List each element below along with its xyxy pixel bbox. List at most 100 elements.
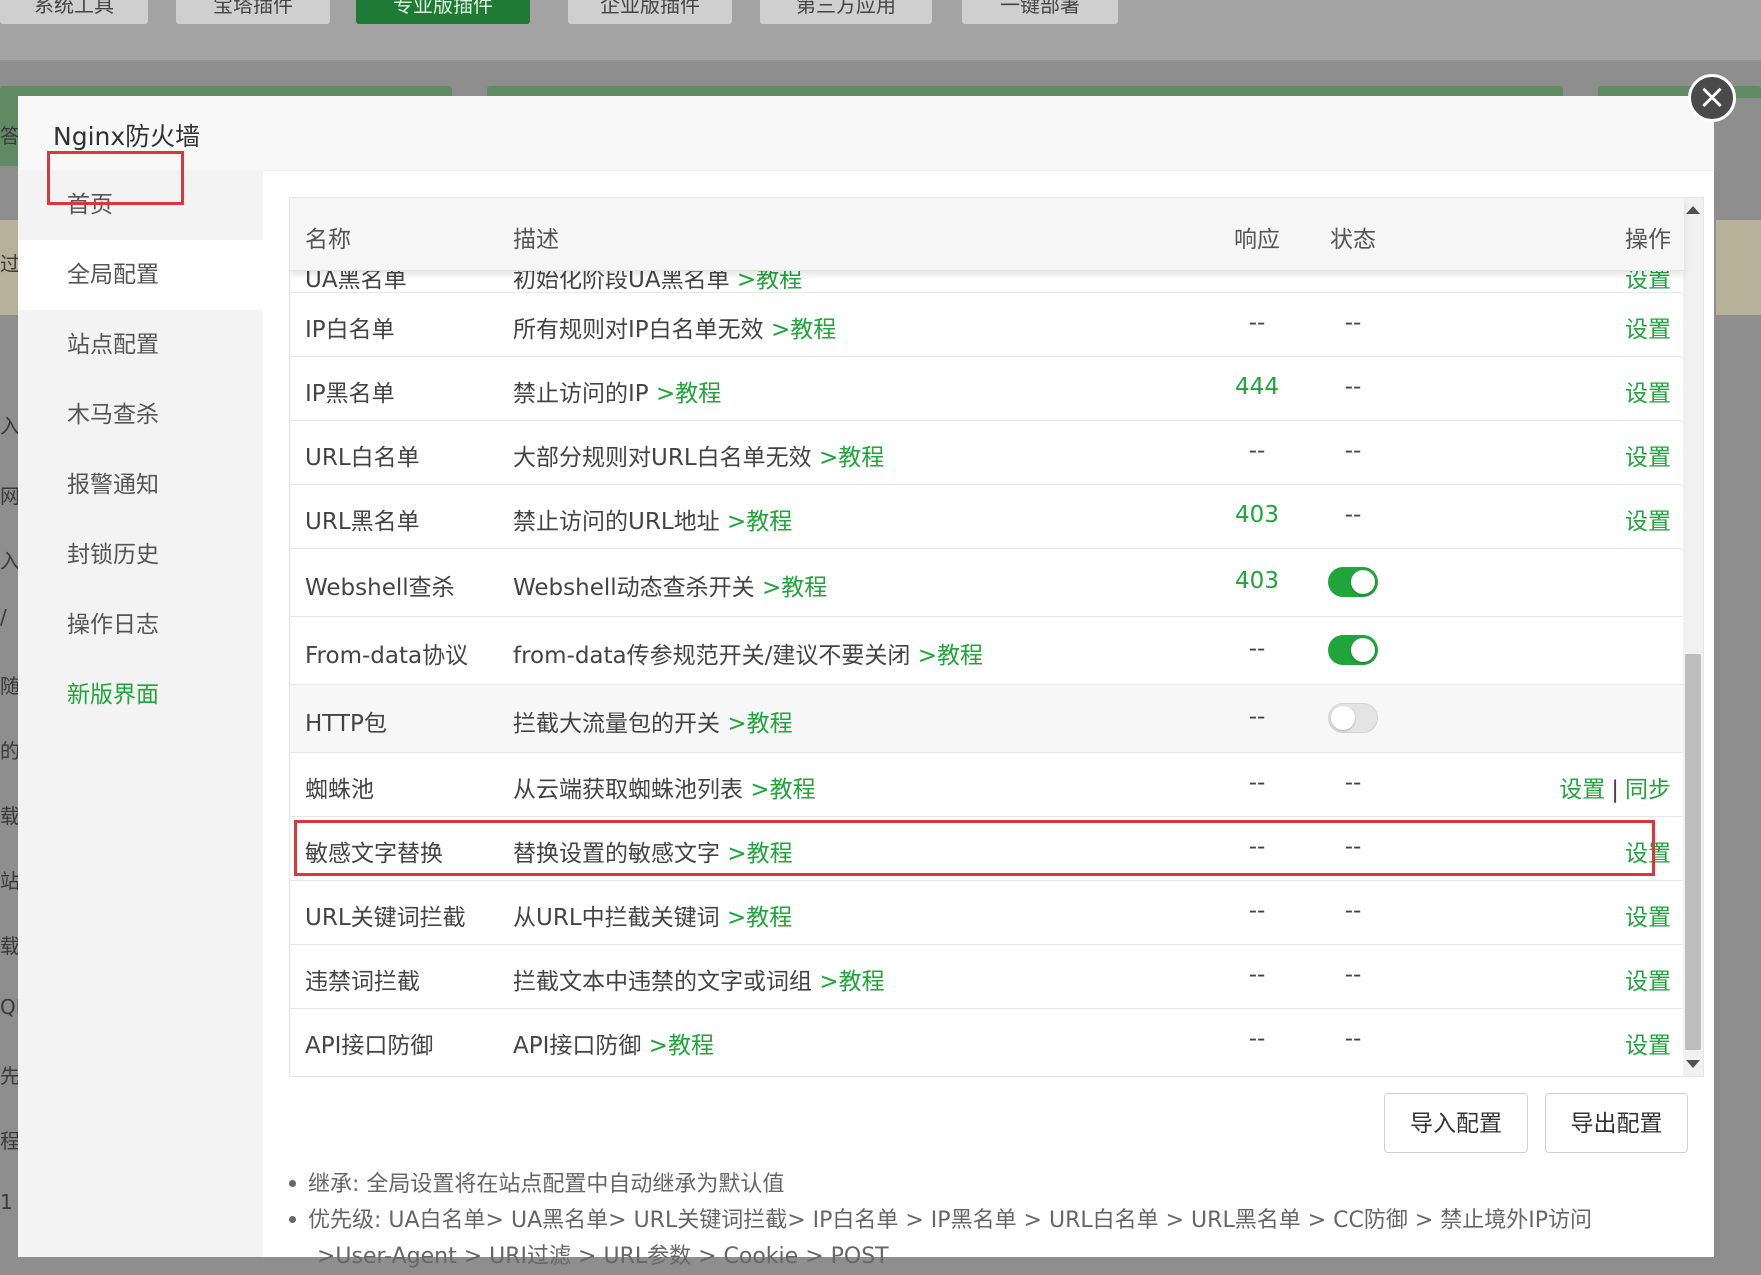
row-description: Webshell动态查杀开关 >教程 <box>513 568 827 602</box>
sidebar-item[interactable]: 封锁历史 <box>18 520 263 590</box>
table-row: 敏感文字替换 替换设置的敏感文字 >教程 -- -- 设置 <box>290 816 1684 880</box>
tutorial-link[interactable]: >教程 <box>771 317 836 343</box>
header-status: 状态 <box>1330 227 1376 253</box>
tutorial-link[interactable]: >教程 <box>819 969 884 995</box>
sidebar-item[interactable]: 操作日志 <box>18 590 263 660</box>
scroll-up-icon[interactable] <box>1686 206 1700 214</box>
row-response: -- <box>1248 834 1266 860</box>
scroll-down-icon[interactable] <box>1686 1060 1700 1068</box>
background-side-glyph: 过 <box>0 252 20 276</box>
background-side-glyph: 程 <box>0 1129 20 1153</box>
tutorial-link[interactable]: >教程 <box>918 643 983 669</box>
sidebar: 首页全局配置站点配置 木马查杀报警通知封锁历史操作日志新版界面 <box>18 170 263 1257</box>
header-operation: 操作 <box>1625 227 1671 253</box>
row-status: -- <box>1344 438 1362 464</box>
table-row: 蜘蛛池 从云端获取蜘蛛池列表 >教程 -- -- 设置 | 同步 <box>290 752 1684 816</box>
tutorial-link[interactable]: >教程 <box>727 841 792 867</box>
row-name: From-data协议 <box>305 643 469 669</box>
background-side-glyph: 入 <box>0 549 20 573</box>
row-description-text: 从URL中拦截关键词 <box>513 905 727 931</box>
export-config-button[interactable]: 导出配置 <box>1545 1093 1688 1153</box>
row-response: -- <box>1248 310 1266 336</box>
row-description-text: 禁止访问的IP <box>513 381 656 407</box>
table-scrollbar[interactable] <box>1683 198 1703 1076</box>
close-button[interactable]: × <box>1688 74 1736 122</box>
table-row: From-data协议 from-data传参规范开关/建议不要关闭 >教程 -- <box>290 616 1684 684</box>
sidebar-item[interactable]: 首页 <box>18 170 263 240</box>
background-side-glyph: 网 <box>0 484 20 508</box>
row-response: -- <box>1248 770 1266 796</box>
tutorial-link[interactable]: >教程 <box>727 905 792 931</box>
row-description: 大部分规则对URL白名单无效 >教程 <box>513 438 884 472</box>
toggle-knob <box>1351 570 1375 594</box>
scroll-thumb[interactable] <box>1685 654 1701 1050</box>
row-operations: 设置 <box>1625 1026 1671 1060</box>
settings-link[interactable]: 设置 <box>1625 509 1671 535</box>
tutorial-link[interactable]: >教程 <box>727 711 792 737</box>
row-description-text: 大部分规则对URL白名单无效 <box>513 445 819 471</box>
sidebar-item-label: 新版界面 <box>67 682 159 708</box>
table-row: IP白名单 所有规则对IP白名单无效 >教程 -- -- 设置 <box>290 292 1684 356</box>
row-description: 拦截大流量包的开关 >教程 <box>513 704 793 738</box>
row-status: -- <box>1344 898 1362 924</box>
status-toggle[interactable] <box>1328 635 1378 665</box>
tutorial-link[interactable]: >教程 <box>819 445 884 471</box>
table-header: 名称 描述 响应 状态 操作 <box>290 198 1684 271</box>
row-status: -- <box>1344 310 1362 336</box>
toggle-knob <box>1351 638 1375 662</box>
settings-link[interactable]: 设置 <box>1625 905 1671 931</box>
sidebar-item[interactable]: 站点配置 <box>18 310 263 380</box>
modal-header: Nginx防火墙 <box>18 96 1714 171</box>
settings-link[interactable]: 设置 <box>1625 381 1671 407</box>
tutorial-link[interactable]: >教程 <box>762 575 827 601</box>
tutorial-link[interactable]: >教程 <box>649 1033 714 1059</box>
status-toggle[interactable] <box>1328 567 1378 597</box>
tutorial-link[interactable]: >教程 <box>656 381 721 407</box>
row-description: 从云端获取蜘蛛池列表 >教程 <box>513 770 816 804</box>
sidebar-item[interactable]: 新版界面 <box>18 660 263 730</box>
sidebar-item-label: 全局配置 <box>67 262 159 288</box>
sidebar-item-label: 操作日志 <box>67 612 159 638</box>
background-side-glyph: 1 <box>0 1190 13 1214</box>
settings-link[interactable]: 设置 <box>1625 317 1671 343</box>
table-row: Webshell查杀 Webshell动态查杀开关 >教程 403 <box>290 548 1684 616</box>
bullet-icon <box>289 1180 296 1187</box>
bullet-icon <box>289 1216 296 1223</box>
row-response: 444 <box>1235 374 1279 400</box>
row-description: 拦截文本中违禁的文字或词组 >教程 <box>513 962 885 996</box>
settings-link[interactable]: 设置 <box>1559 777 1605 803</box>
sidebar-item[interactable]: 木马查杀 <box>18 380 263 450</box>
background-side-glyph: 载 <box>0 934 20 958</box>
row-description: 从URL中拦截关键词 >教程 <box>513 898 792 932</box>
settings-link[interactable]: 设置 <box>1625 969 1671 995</box>
settings-link[interactable]: 设置 <box>1625 1033 1671 1059</box>
status-toggle[interactable] <box>1328 703 1378 733</box>
background-side-glyph: 先 <box>0 1064 20 1088</box>
background-tab: 企业版插件 <box>568 0 732 24</box>
sidebar-item[interactable]: 全局配置 <box>18 240 263 310</box>
sidebar-item-label: 报警通知 <box>67 472 159 498</box>
row-description-text: 从云端获取蜘蛛池列表 <box>513 777 751 803</box>
background-side-glyph: 载 <box>0 804 20 828</box>
table-body: IP白名单 所有规则对IP白名单无效 >教程 -- -- 设置 IP黑名单 禁止访问的IP … <box>290 292 1684 1072</box>
row-status: -- <box>1344 374 1362 400</box>
settings-link[interactable]: 设置 <box>1625 445 1671 471</box>
import-config-button[interactable]: 导入配置 <box>1384 1093 1528 1153</box>
tutorial-link[interactable]: >教程 <box>727 509 792 535</box>
row-name: 蜘蛛池 <box>305 777 374 803</box>
table-row: IP黑名单 禁止访问的IP >教程 444 -- 设置 <box>290 356 1684 420</box>
row-description: 禁止访问的IP >教程 <box>513 374 721 408</box>
table-row: HTTP包 拦截大流量包的开关 >教程 -- <box>290 684 1684 752</box>
row-name: URL关键词拦截 <box>305 905 466 931</box>
row-description: from-data传参规范开关/建议不要关闭 >教程 <box>513 636 983 670</box>
row-description-text: Webshell动态查杀开关 <box>513 575 762 601</box>
sync-link[interactable]: 同步 <box>1625 777 1671 803</box>
table-row: URL白名单 大部分规则对URL白名单无效 >教程 -- -- 设置 <box>290 420 1684 484</box>
tutorial-link[interactable]: >教程 <box>750 777 815 803</box>
row-response: -- <box>1248 962 1266 988</box>
settings-link[interactable]: 设置 <box>1625 841 1671 867</box>
background-notice <box>1716 220 1761 315</box>
background-tab: 一键部署 <box>962 0 1118 24</box>
sidebar-item[interactable]: 报警通知 <box>18 450 263 520</box>
table-row: URL黑名单 禁止访问的URL地址 >教程 403 -- 设置 <box>290 484 1684 548</box>
